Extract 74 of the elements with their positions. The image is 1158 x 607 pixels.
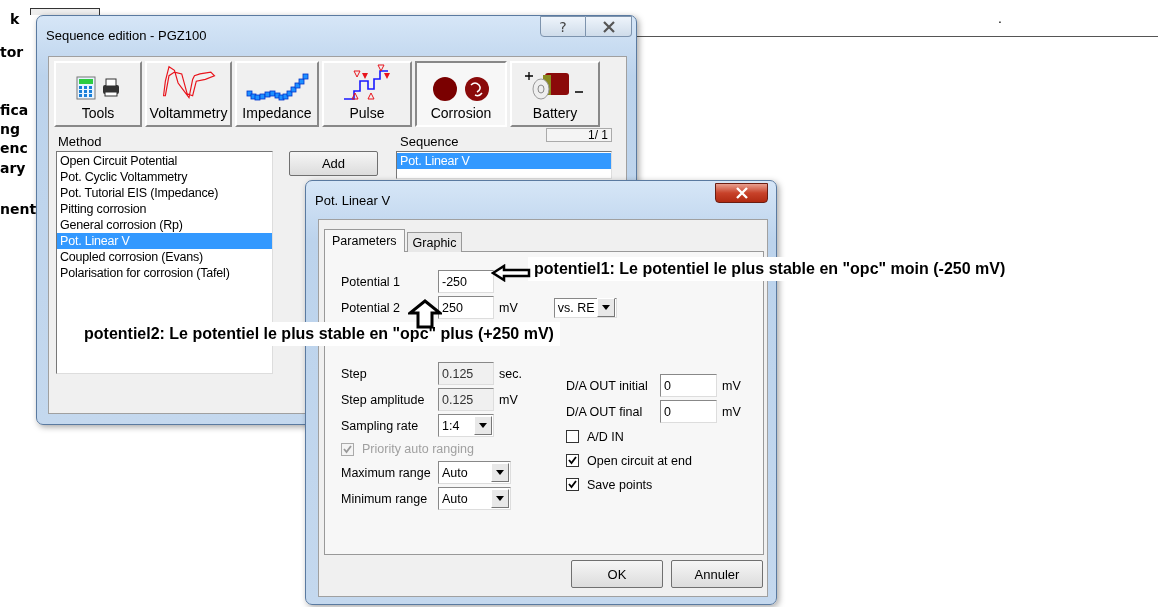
reference-dropdown[interactable]: vs. RE	[553, 297, 617, 318]
background-text: fica	[0, 102, 29, 118]
unit-label: mV	[722, 378, 741, 393]
background-text: k	[10, 11, 20, 27]
dropdown-arrow-icon	[601, 305, 610, 310]
method-tab[interactable]: Battery	[510, 61, 600, 127]
method-tab[interactable]: Corrosion	[415, 61, 507, 127]
field-label: D/A OUT final	[566, 404, 644, 419]
field-label: Step	[341, 366, 368, 381]
up-arrow-icon	[408, 299, 442, 329]
close-icon	[734, 187, 749, 199]
dialog-tab[interactable]: Parameters	[324, 229, 405, 252]
field-label: Step amplitude	[341, 392, 426, 407]
sequence-counter: 1/ 1	[546, 128, 612, 142]
method-tab[interactable]: Impedance	[235, 61, 319, 127]
field-label: D/A OUT initial	[566, 378, 649, 393]
background-button[interactable]	[30, 8, 100, 15]
checkbox[interactable]	[566, 430, 579, 443]
unit-label: sec.	[499, 366, 522, 381]
close-button[interactable]	[715, 183, 768, 203]
dropdown-field[interactable]: 1:4	[438, 414, 494, 437]
dialog-button[interactable]: OK	[571, 560, 663, 588]
unit-label: mV	[722, 404, 741, 419]
left-arrow-icon	[491, 264, 531, 282]
dialog-title: Pot. Linear V	[315, 192, 391, 208]
dropdown-field[interactable]: Auto	[438, 487, 511, 510]
background-text: enc	[0, 140, 28, 156]
method-item[interactable]: Coupled corrosion (Evans)	[57, 249, 272, 265]
unit-label: mV	[499, 392, 518, 407]
background-text: .	[998, 10, 1002, 26]
value-field[interactable]: -250	[438, 270, 494, 293]
value-field[interactable]: 0	[660, 400, 717, 423]
field-label: Potential 1	[341, 274, 402, 289]
dropdown-arrow-icon	[496, 470, 504, 475]
field-label: Maximum range	[341, 465, 432, 480]
method-tab[interactable]: Voltammetry	[145, 61, 232, 127]
checkbox-label: Priority auto ranging	[362, 442, 474, 456]
method-item[interactable]: Open Circuit Potential	[57, 153, 272, 169]
two-circles-icon	[431, 75, 491, 103]
dialog-button[interactable]: Annuler	[671, 560, 763, 588]
method-item[interactable]: Polarisation for corrosion (Tafel)	[57, 265, 272, 281]
checkbox[interactable]	[566, 478, 579, 491]
checkbox[interactable]	[566, 454, 579, 467]
method-item[interactable]: General corrosion (Rp)	[57, 217, 272, 233]
dropdown-field[interactable]: Auto	[438, 461, 511, 484]
field-label: Minimum range	[341, 491, 429, 506]
method-tab[interactable]: Tools	[54, 61, 142, 127]
pulse-icon	[342, 63, 392, 103]
window-title: Sequence edition - PGZ100	[46, 27, 207, 43]
method-item[interactable]: Pot. Cyclic Voltammetry	[57, 169, 272, 185]
value-field[interactable]: 250	[438, 296, 494, 319]
method-label: Method	[57, 134, 103, 151]
background-text: ary	[0, 160, 26, 176]
checkbox-label: A/D IN	[587, 429, 624, 444]
add-button[interactable]: Add	[289, 151, 378, 176]
field-label: Potential 2	[341, 300, 402, 315]
method-tab[interactable]: Pulse	[322, 61, 412, 127]
unit-label: mV	[499, 300, 518, 315]
background-text: ng	[0, 121, 20, 137]
field-label: Sampling rate	[341, 418, 420, 433]
help-button[interactable]: ?	[540, 16, 586, 37]
method-item[interactable]: Pot. Tutorial EIS (Impedance)	[57, 185, 272, 201]
dropdown-arrow-icon	[479, 423, 487, 428]
background-text: tor	[0, 44, 24, 60]
close-button[interactable]	[586, 16, 632, 37]
sequence-label: Sequence	[399, 134, 459, 151]
background-text: nent	[0, 201, 37, 217]
checkbox-label: Save points	[587, 477, 653, 492]
method-item[interactable]: Pitting corrosion	[57, 201, 272, 217]
close-icon	[601, 20, 616, 33]
dialog-tab[interactable]: Graphic	[406, 232, 463, 252]
dropdown-arrow-icon	[496, 496, 504, 501]
value-field[interactable]: 0	[660, 374, 717, 397]
checkbox-label: Open circuit at end	[587, 453, 692, 468]
